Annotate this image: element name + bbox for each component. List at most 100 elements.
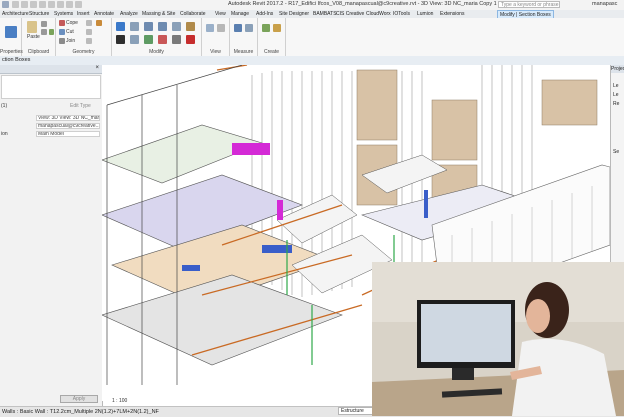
tab-annotate[interactable]: Annotate: [94, 10, 114, 18]
type-selector-row: (1) Edit Type: [0, 103, 102, 110]
properties-icon[interactable]: [5, 26, 17, 38]
ribbon-group-view: View: [202, 18, 230, 56]
search-input[interactable]: Type a keyword or phrase: [498, 1, 560, 8]
text-qa-icon[interactable]: [66, 1, 73, 8]
tab-modify-section-boxes[interactable]: Modify | Section Boxes: [497, 10, 554, 18]
group-label-measure: Measure: [233, 49, 254, 55]
browser-item[interactable]: Le: [613, 92, 619, 98]
move-icon[interactable]: [116, 35, 125, 44]
app-menu-icon[interactable]: [2, 1, 9, 8]
tab-bambats[interactable]: BAMBATS: [313, 10, 337, 18]
cope-button[interactable]: Cope: [66, 20, 78, 26]
hide-icon[interactable]: [217, 24, 225, 32]
presenter-video: [372, 262, 624, 416]
property-row: ion Main Model: [0, 131, 102, 138]
join-icon[interactable]: [59, 38, 65, 44]
property-value[interactable]: manapascual@c9creative...: [36, 123, 100, 129]
mirror-icon[interactable]: [144, 22, 153, 31]
ribbon-group-properties: Properties: [0, 18, 23, 56]
browser-item[interactable]: Se: [613, 149, 619, 155]
3d-view-qa-icon[interactable]: [75, 1, 82, 8]
measure-qa-icon[interactable]: [57, 1, 64, 8]
tab-systems[interactable]: Systems: [54, 10, 73, 18]
webcam-overlay: [372, 262, 624, 416]
tab-cloudworx[interactable]: CloudWorx: [366, 10, 391, 18]
user-name[interactable]: manapasc: [592, 1, 617, 7]
group-label-modify: Modify: [149, 49, 164, 55]
paste-button[interactable]: Paste: [27, 34, 40, 40]
paste-icon[interactable]: [27, 21, 37, 33]
tab-cis-creative[interactable]: CIS Creative: [336, 10, 364, 18]
browser-item[interactable]: Re: [613, 101, 619, 107]
print-icon[interactable]: [48, 1, 55, 8]
tab-add-ins[interactable]: Add-Ins: [256, 10, 273, 18]
group-label-clipboard: Clipboard: [27, 49, 50, 55]
tab-manage[interactable]: Manage: [231, 10, 249, 18]
properties-panel: × (1) Edit Type View: 3D View: 3D NC_mar…: [0, 65, 103, 416]
group-icon[interactable]: [273, 24, 281, 32]
ribbon-group-modify: Modify: [112, 18, 202, 56]
split-face-icon[interactable]: [86, 29, 92, 35]
group-label-properties: Properties: [0, 49, 23, 55]
type-selector-count[interactable]: (1): [1, 103, 7, 109]
tab-site-designer[interactable]: Site Designer: [279, 10, 309, 18]
status-text: Walls : Basic Wall : T12.2cm_Multiple 2N…: [2, 409, 159, 415]
paint-icon[interactable]: [86, 38, 92, 44]
offset-icon[interactable]: [130, 22, 139, 31]
demolish-icon[interactable]: [96, 20, 102, 26]
ribbon-group-create: Create: [258, 18, 286, 56]
open-icon[interactable]: [12, 1, 19, 8]
property-value[interactable]: View: 3D View: 3D NC_mar...: [36, 115, 100, 121]
property-value[interactable]: Main Model: [36, 131, 100, 137]
ribbon-panel: Properties Paste Clipboard Cope Cut Join…: [0, 18, 624, 57]
redo-icon[interactable]: [39, 1, 46, 8]
create-icon[interactable]: [262, 24, 270, 32]
edit-type-button[interactable]: Edit Type: [70, 103, 91, 109]
cut-clip-icon[interactable]: [41, 21, 47, 27]
delete-icon[interactable]: [186, 35, 195, 44]
mirror-draw-icon[interactable]: [158, 22, 167, 31]
pin-icon[interactable]: [186, 22, 195, 31]
align-icon[interactable]: [116, 22, 125, 31]
ribbon-group-geometry: Cope Cut Join Geometry: [56, 18, 112, 56]
save-icon[interactable]: [21, 1, 28, 8]
window-title: Autodesk Revit 2017.2 - R17_Edifici Ifco…: [228, 1, 497, 7]
rotate-icon[interactable]: [144, 35, 153, 44]
tab-analyze[interactable]: Analyze: [120, 10, 138, 18]
tab-lumion[interactable]: Lumion: [417, 10, 433, 18]
dimension-icon[interactable]: [245, 24, 253, 32]
view-icon[interactable]: [206, 24, 214, 32]
tab-insert[interactable]: Insert: [77, 10, 90, 18]
array-icon[interactable]: [172, 35, 181, 44]
tab-massing-site[interactable]: Massing & Site: [142, 10, 175, 18]
property-row: manapascual@c9creative...: [0, 123, 102, 130]
close-icon[interactable]: ×: [95, 65, 99, 71]
tab-iotools[interactable]: IOTools: [393, 10, 410, 18]
join-button[interactable]: Join: [66, 38, 75, 44]
group-label-create: Create: [263, 49, 279, 55]
copy-icon[interactable]: [130, 35, 139, 44]
type-selector-preview[interactable]: [1, 75, 101, 99]
trim-icon[interactable]: [158, 35, 167, 44]
split-icon[interactable]: [172, 22, 181, 31]
tab-structure[interactable]: Structure: [29, 10, 49, 18]
tab-view[interactable]: View: [215, 10, 226, 18]
undo-icon[interactable]: [30, 1, 37, 8]
cope-icon[interactable]: [59, 20, 65, 26]
apply-button[interactable]: Apply: [60, 395, 98, 403]
options-bar-context: ction Boxes: [2, 57, 31, 63]
measure-icon[interactable]: [234, 24, 242, 32]
property-row: View: 3D View: 3D NC_mar...: [0, 115, 102, 122]
tab-extensions[interactable]: Extensions: [440, 10, 464, 18]
match-props-icon[interactable]: [49, 29, 54, 35]
wall-joins-icon[interactable]: [86, 20, 92, 26]
tab-collaborate[interactable]: Collaborate: [180, 10, 206, 18]
view-scale[interactable]: 1 : 100: [112, 398, 127, 404]
cut-icon[interactable]: [59, 29, 65, 35]
tab-architecture[interactable]: Architecture: [2, 10, 29, 18]
ribbon-group-clipboard: Paste Clipboard: [22, 18, 56, 56]
browser-item[interactable]: Le: [613, 83, 619, 89]
properties-header: ×: [0, 65, 102, 74]
copy-clip-icon[interactable]: [41, 29, 47, 35]
cut-button[interactable]: Cut: [66, 29, 74, 35]
